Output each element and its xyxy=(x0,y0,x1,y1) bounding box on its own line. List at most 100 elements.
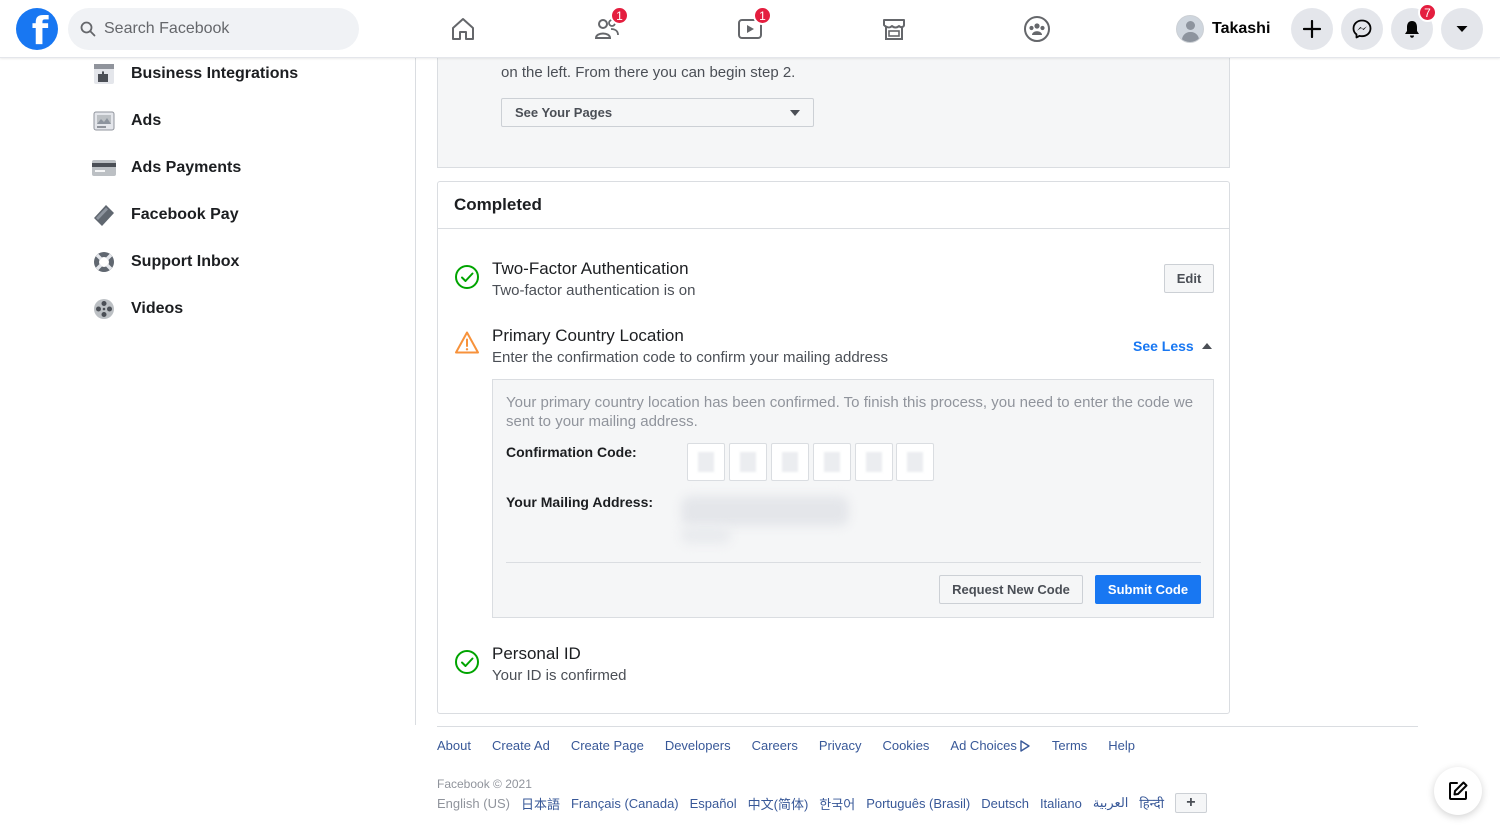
confirmation-info: Your primary country location has been c… xyxy=(506,394,1194,430)
see-less-link[interactable]: See Less xyxy=(1133,338,1212,354)
warning-icon xyxy=(455,331,479,354)
sidebar-item-support-inbox[interactable]: Support Inbox xyxy=(90,244,239,280)
search-box[interactable] xyxy=(68,8,359,50)
groups-icon xyxy=(1024,16,1050,42)
nav-groups[interactable] xyxy=(1017,10,1057,48)
profile-link[interactable]: Takashi xyxy=(1176,12,1270,46)
redacted-address xyxy=(681,490,851,550)
two-factor-title: Two-Factor Authentication xyxy=(492,259,689,278)
notifications-button[interactable]: 7 xyxy=(1391,3,1437,50)
account-menu-button[interactable] xyxy=(1441,8,1483,50)
marketplace-icon xyxy=(883,19,905,40)
footer-link[interactable]: Careers xyxy=(752,738,798,753)
footer-link[interactable]: Help xyxy=(1108,738,1135,753)
confirmation-panel: Your primary country location has been c… xyxy=(492,379,1214,618)
edit-two-factor-button[interactable]: Edit xyxy=(1164,264,1214,293)
caret-down-icon xyxy=(790,110,800,116)
two-factor-status: Two-factor authentication is on xyxy=(492,282,696,299)
personal-id-title: Personal ID xyxy=(492,644,581,663)
sidebar-item-business-integrations[interactable]: Business Integrations xyxy=(90,56,298,92)
see-your-pages-select[interactable]: See Your Pages xyxy=(501,98,814,127)
plus-icon xyxy=(1303,20,1321,38)
search-input[interactable] xyxy=(104,20,334,38)
sidebar-item-facebook-pay[interactable]: Facebook Pay xyxy=(90,197,239,233)
footer-link-ad-choices[interactable]: Ad Choices xyxy=(950,738,1030,753)
puzzle-icon xyxy=(90,60,118,88)
sidebar-item-label: Support Inbox xyxy=(131,253,240,270)
language-link[interactable]: Italiano xyxy=(1040,796,1082,811)
sidebar-item-videos[interactable]: Videos xyxy=(90,291,183,327)
footer-divider xyxy=(437,726,1418,727)
language-link[interactable]: العربية xyxy=(1093,795,1129,811)
language-link[interactable]: हिन्दी xyxy=(1139,794,1164,812)
footer-link[interactable]: Terms xyxy=(1052,738,1087,753)
code-digit-input[interactable] xyxy=(687,443,725,481)
footer-link-label: Ad Choices xyxy=(950,738,1017,753)
code-digit-input[interactable] xyxy=(771,443,809,481)
language-link[interactable]: Deutsch xyxy=(981,796,1029,811)
personal-id-status: Your ID is confirmed xyxy=(492,667,627,684)
footer-link[interactable]: Cookies xyxy=(882,738,929,753)
avatar xyxy=(1176,15,1204,43)
sidebar-item-ads[interactable]: Ads xyxy=(90,103,161,139)
nav-home[interactable] xyxy=(443,10,483,48)
bell-icon xyxy=(1405,21,1419,38)
friends-badge: 1 xyxy=(610,6,629,25)
code-digit-input[interactable] xyxy=(896,443,934,481)
language-link[interactable]: Español xyxy=(690,796,737,811)
language-link[interactable]: 日本語 xyxy=(521,794,560,813)
home-icon xyxy=(452,18,474,40)
see-less-label: See Less xyxy=(1133,338,1194,354)
messenger-button[interactable] xyxy=(1341,8,1383,50)
new-message-button[interactable] xyxy=(1434,767,1482,815)
notifications-badge: 7 xyxy=(1418,3,1437,22)
step-instructions: on the left. From there you can begin st… xyxy=(501,64,796,81)
language-link[interactable]: Português (Brasil) xyxy=(866,796,970,811)
code-digit-input[interactable] xyxy=(855,443,893,481)
sidebar-item-label: Ads xyxy=(131,112,162,129)
check-circle-icon xyxy=(455,650,479,674)
more-languages-button[interactable]: + xyxy=(1174,793,1207,813)
facebook-logo[interactable]: f xyxy=(16,8,58,50)
create-button[interactable] xyxy=(1291,8,1333,50)
ad-choices-icon xyxy=(1020,739,1030,752)
completed-header: Completed xyxy=(438,182,1229,229)
copyright: Facebook © 2021 xyxy=(437,777,532,791)
sidebar-item-label: Ads Payments xyxy=(131,159,242,176)
search-icon xyxy=(80,21,96,37)
request-new-code-button[interactable]: Request New Code xyxy=(939,575,1083,604)
submit-code-button[interactable]: Submit Code xyxy=(1095,575,1201,604)
language-link[interactable]: Français (Canada) xyxy=(571,796,679,811)
sidebar-item-ads-payments[interactable]: Ads Payments xyxy=(90,150,241,186)
compose-icon xyxy=(1449,781,1468,800)
footer-link[interactable]: Developers xyxy=(665,738,731,753)
footer-link[interactable]: Privacy xyxy=(819,738,862,753)
sidebar-item-label: Videos xyxy=(131,300,184,317)
divider xyxy=(506,562,1201,563)
nav-friends[interactable]: 1 xyxy=(587,6,629,48)
sidebar-item-label: Business Integrations xyxy=(131,65,299,82)
primary-country-title: Primary Country Location xyxy=(492,326,684,345)
chevron-down-icon xyxy=(1456,26,1468,32)
footer-link[interactable]: Create Ad xyxy=(492,738,550,753)
credit-card-icon xyxy=(90,154,118,182)
facebook-logo-letter: f xyxy=(31,9,49,50)
profile-name: Takashi xyxy=(1212,20,1271,37)
code-digit-input[interactable] xyxy=(813,443,851,481)
payment-tag-icon xyxy=(90,201,118,229)
nav-watch[interactable]: 1 xyxy=(730,6,772,48)
settings-sidebar: Business Integrations Ads Ads Payments F… xyxy=(0,58,416,725)
language-link[interactable]: 한국어 xyxy=(819,794,855,813)
top-navigation-bar: f 1 1 Takashi 7 xyxy=(0,0,1500,58)
nav-marketplace[interactable] xyxy=(874,10,914,48)
primary-country-status: Enter the confirmation code to confirm y… xyxy=(492,349,889,366)
footer-link[interactable]: About xyxy=(437,738,471,753)
confirmation-code-label: Confirmation Code: xyxy=(506,444,637,460)
code-digit-input[interactable] xyxy=(729,443,767,481)
completed-card: Completed Two-Factor Authentication Two-… xyxy=(437,181,1230,714)
language-link[interactable]: 中文(简体) xyxy=(748,794,809,813)
ads-icon xyxy=(90,107,118,135)
select-label: See Your Pages xyxy=(515,105,613,120)
language-selector: English (US) 日本語 Français (Canada) Españ… xyxy=(437,793,1207,813)
footer-link[interactable]: Create Page xyxy=(571,738,644,753)
